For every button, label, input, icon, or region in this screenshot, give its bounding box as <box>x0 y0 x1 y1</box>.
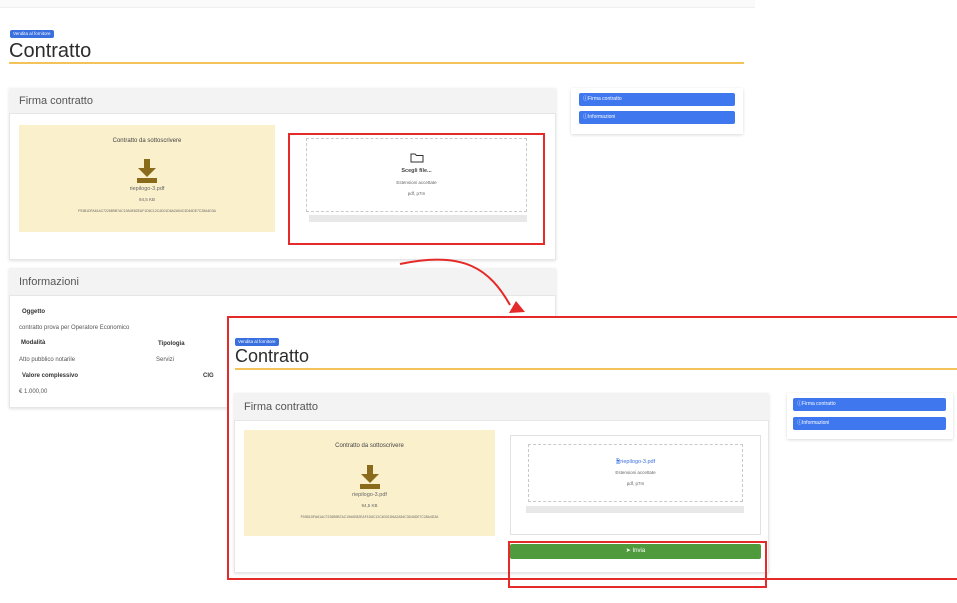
tipologia-value: Servizi <box>156 357 175 363</box>
download-title: Contratto da sottoscrivere <box>112 138 182 144</box>
valore-label: Valore complessivo <box>22 373 79 379</box>
tipologia-label: Tipologia <box>158 341 185 347</box>
annotation-frame-after <box>227 316 957 580</box>
modalita-value: Atto pubblico notarile <box>19 357 76 363</box>
sidebar-item-firma-contratto[interactable]: ⓘFirma contratto <box>579 93 735 106</box>
annotation-highlight-upload <box>288 133 545 245</box>
download-hash: F93B1DFA61AC7226B9B7AC19A0E82EAF1D6C12C4… <box>78 209 216 213</box>
oggetto-value: contratto prova per Operatore Economico <box>19 325 130 331</box>
page-title: Contratto <box>9 40 92 62</box>
top-strip <box>0 0 755 8</box>
cig-label: CIG <box>203 373 214 379</box>
firma-contratto-header: Firma contratto <box>9 88 556 114</box>
download-filesize: 94,5 KB <box>138 197 155 202</box>
download-icon[interactable] <box>135 158 159 184</box>
modalita-label: Modalità <box>21 340 46 346</box>
download-filename[interactable]: riepilogo-3.pdf <box>19 186 275 192</box>
breadcrumb-badge[interactable]: Vendita al fornitore <box>10 30 54 38</box>
valore-value: € 1.000,00 <box>19 389 48 395</box>
title-rule <box>9 62 744 64</box>
oggetto-label: Oggetto <box>22 309 45 315</box>
annotation-arrow <box>399 258 525 313</box>
sidebar-item-informazioni[interactable]: ⓘInformazioni <box>579 111 735 124</box>
